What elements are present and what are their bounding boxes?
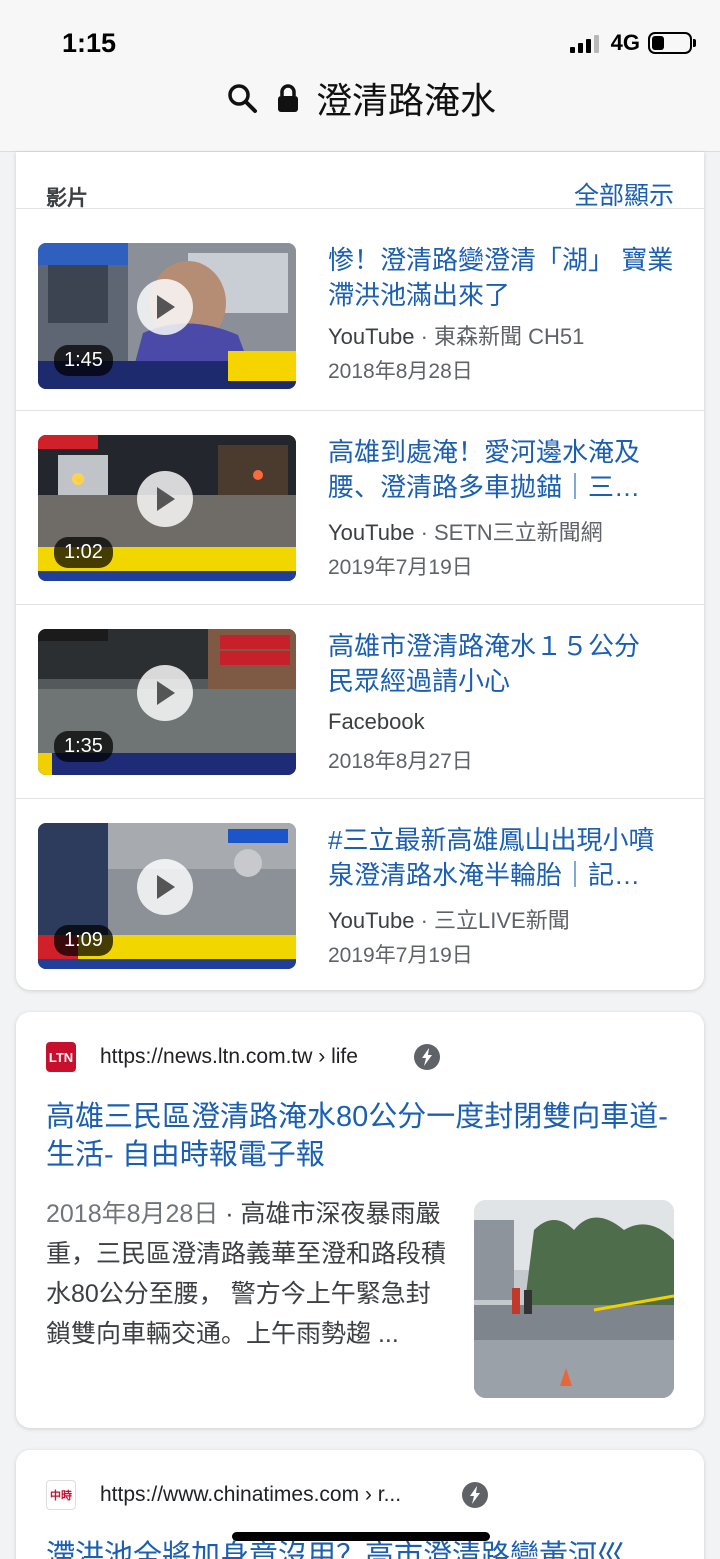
result-thumbnail[interactable] bbox=[474, 1200, 674, 1398]
video-date: 2019年7月19日 bbox=[328, 556, 473, 579]
play-icon[interactable] bbox=[137, 859, 193, 915]
lock-icon bbox=[270, 80, 306, 116]
search-icon bbox=[224, 80, 260, 116]
video-source: YouTube · 三立LIVE新聞 bbox=[328, 908, 570, 933]
video-date: 2018年8月28日 bbox=[328, 360, 473, 383]
video-source: YouTube · 東森新聞 CH51 bbox=[328, 324, 585, 349]
browser-top-bar: 1:15 4G 澄清路淹水 bbox=[0, 0, 720, 152]
amp-lightning-icon bbox=[414, 1044, 440, 1070]
videos-card: 影片 全部顯示 1:45 惨！澄清路變澄清「湖」 寶業滯洪池滿出來了 YouTu… bbox=[16, 152, 704, 990]
address-bar[interactable]: 澄清路淹水 bbox=[0, 70, 720, 126]
result-url[interactable]: https://www.chinatimes.com › r... bbox=[100, 1483, 401, 1507]
video-thumbnail[interactable]: 1:35 bbox=[38, 629, 296, 775]
video-title[interactable]: #三立最新高雄鳳山出現小噴泉澄清路水淹半輪胎｜記… bbox=[328, 823, 674, 893]
result-snippet: 2018年8月28日 · 高雄市深夜暴雨嚴重，三民區澄清路義華至澄和路段積水80… bbox=[46, 1200, 447, 1348]
video-duration: 1:35 bbox=[54, 731, 113, 762]
video-item[interactable]: 1:45 惨！澄清路變澄清「湖」 寶業滯洪池滿出來了 YouTube · 東森新… bbox=[16, 208, 704, 402]
play-icon[interactable] bbox=[137, 279, 193, 335]
video-date: 2018年8月27日 bbox=[328, 750, 473, 773]
play-icon[interactable] bbox=[137, 665, 193, 721]
video-item[interactable]: 1:09 #三立最新高雄鳳山出現小噴泉澄清路水淹半輪胎｜記… YouTube ·… bbox=[16, 798, 704, 992]
play-icon[interactable] bbox=[137, 471, 193, 527]
result-url[interactable]: https://news.ltn.com.tw › life bbox=[100, 1045, 358, 1069]
video-duration: 1:02 bbox=[54, 537, 113, 568]
video-thumbnail[interactable]: 1:09 bbox=[38, 823, 296, 969]
result-title[interactable]: 高雄三民區澄清路淹水80公分一度封閉雙向車道- 生活- 自由時報電子報 bbox=[46, 1098, 676, 1174]
video-title[interactable]: 高雄到處淹！愛河邊水淹及腰、澄清路多車拋錨｜三… bbox=[328, 435, 674, 505]
show-all-link[interactable]: 全部顯示 bbox=[574, 176, 674, 212]
video-source: YouTube · SETN三立新聞網 bbox=[328, 520, 603, 545]
video-item[interactable]: 1:02 高雄到處淹！愛河邊水淹及腰、澄清路多車拋錨｜三… YouTube · … bbox=[16, 410, 704, 604]
search-query-text: 澄清路淹水 bbox=[315, 80, 496, 121]
home-indicator[interactable] bbox=[232, 1532, 490, 1541]
amp-lightning-icon bbox=[462, 1482, 488, 1508]
video-title[interactable]: 惨！澄清路變澄清「湖」 寶業滯洪池滿出來了 bbox=[328, 243, 674, 313]
video-thumbnail[interactable]: 1:45 bbox=[38, 243, 296, 389]
video-duration: 1:45 bbox=[54, 345, 113, 376]
site-favicon: LTN bbox=[46, 1042, 76, 1072]
cellular-signal-icon bbox=[569, 33, 599, 53]
site-favicon: 中時 bbox=[46, 1480, 76, 1510]
network-type: 4G bbox=[610, 30, 640, 55]
battery-icon bbox=[648, 32, 696, 54]
search-result-chinatimes: 中時 https://www.chinatimes.com › r... 滯洪池… bbox=[16, 1450, 704, 1559]
video-source: Facebook bbox=[328, 709, 425, 734]
video-title[interactable]: 高雄市澄清路淹水１５公分 民眾經過請小心 bbox=[328, 629, 674, 699]
video-duration: 1:09 bbox=[54, 925, 113, 956]
search-result-ltn: LTN https://news.ltn.com.tw › life 高雄三民區… bbox=[16, 1012, 704, 1428]
video-date: 2019年7月19日 bbox=[328, 944, 473, 967]
video-item[interactable]: 1:35 高雄市澄清路淹水１５公分 民眾經過請小心 Facebook 2018年… bbox=[16, 604, 704, 798]
status-indicators: 4G bbox=[569, 30, 696, 56]
video-thumbnail[interactable]: 1:02 bbox=[38, 435, 296, 581]
status-time: 1:15 bbox=[62, 28, 117, 58]
